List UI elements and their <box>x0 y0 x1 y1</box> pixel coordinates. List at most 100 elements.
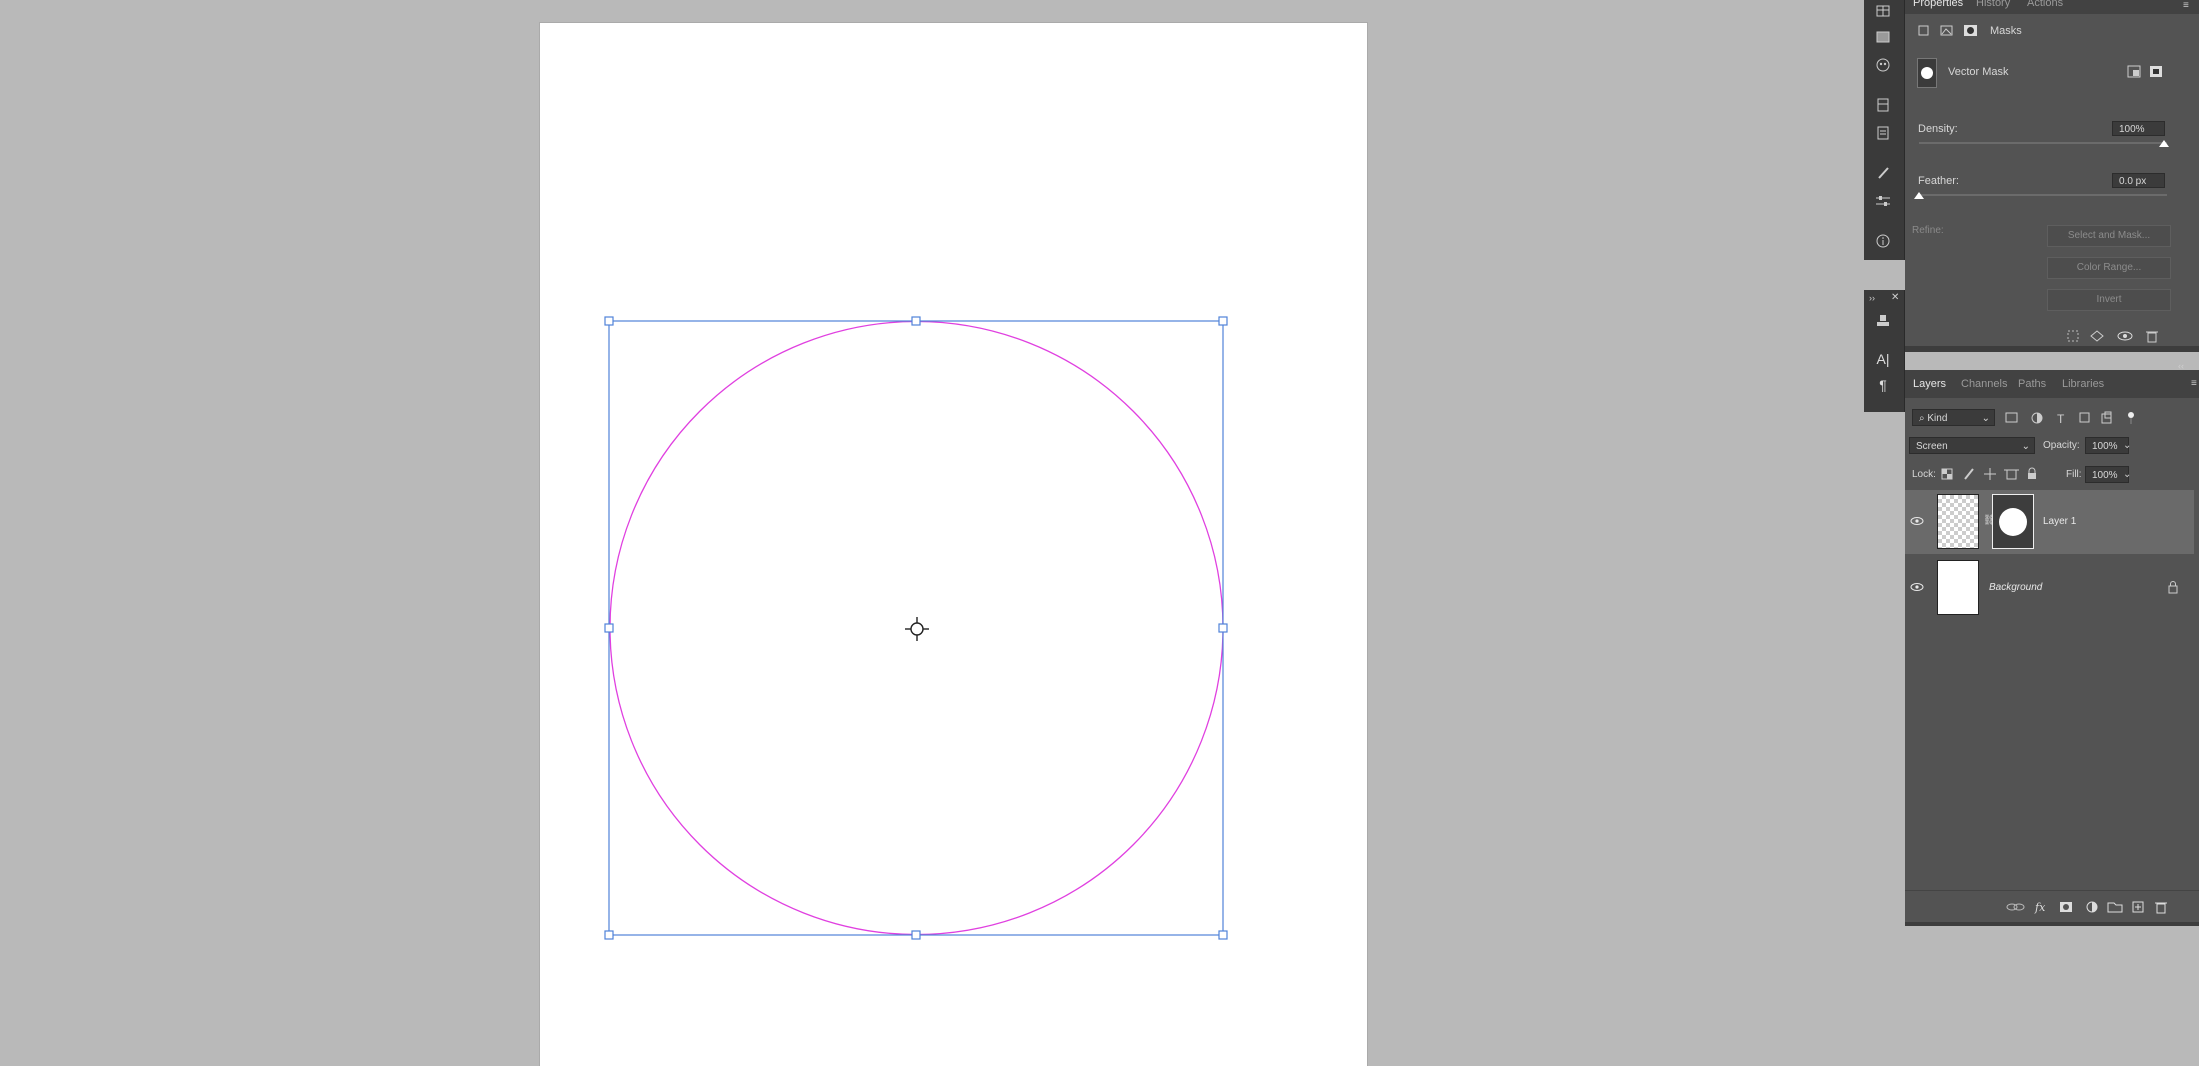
tab-properties[interactable]: Properties <box>1913 0 1963 9</box>
ellipse-path <box>609 320 1224 936</box>
filter-kind-dropdown[interactable]: ⌕ Kind ⌄ <box>1912 409 1995 426</box>
tab-libraries[interactable]: Libraries <box>2062 378 2104 390</box>
panel-dock-strip <box>1864 0 1905 260</box>
layer-thumbnail[interactable] <box>1937 560 1979 615</box>
pixel-layer-filter-icon <box>2005 412 2018 423</box>
new-layer-icon <box>2132 901 2144 913</box>
lock-icons <box>1941 467 2036 480</box>
filter-kind-value: Kind <box>1927 413 1948 424</box>
refine-label: Refine: <box>1912 225 1944 236</box>
handle-top-right <box>1218 316 1228 326</box>
eye-icon[interactable] <box>1910 582 1924 592</box>
masks-icon <box>1964 25 1977 36</box>
blend-mode-value: Screen <box>1916 441 1948 452</box>
delete-layer-icon <box>2155 902 2167 914</box>
layers-footer: fx <box>1905 890 2199 923</box>
lock-all-icon <box>2028 467 2036 479</box>
vector-mask-label: Vector Mask <box>1948 66 2009 78</box>
fill-chevron-icon[interactable]: ⌄ <box>2123 469 2131 481</box>
density-slider-thumb[interactable] <box>2158 139 2170 149</box>
feather-slider[interactable] <box>1919 194 2167 196</box>
lock-label: Lock: <box>1912 469 1936 480</box>
vector-mask-thumbnail[interactable] <box>1917 58 1937 88</box>
link-layers-icon <box>2006 903 2025 911</box>
add-pixel-mask-icon <box>2127 65 2141 78</box>
layer-row-layer-1[interactable]: ⛓ Layer 1 <box>1905 490 2194 554</box>
handle-top-middle <box>911 316 921 326</box>
secondary-dock-strip: ›› ✕ A| ¶ <box>1864 290 1905 412</box>
reference-point-icon <box>905 617 929 641</box>
layer-filter-icons: T <box>2005 411 2134 426</box>
pixel-mask-icon <box>1940 25 1953 36</box>
handle-top-left <box>604 316 614 326</box>
smart-object-filter-icon <box>2101 411 2112 424</box>
svg-text:T: T <box>2057 412 2065 426</box>
transform-icon <box>1918 25 1929 36</box>
properties-tabbar: Properties History Actions ≡ <box>1905 0 2199 14</box>
svg-text:fx: fx <box>2034 901 2046 914</box>
adjustments-icon[interactable] <box>1872 190 1894 212</box>
lock-icon[interactable] <box>2167 580 2179 594</box>
filter-toggle-icon <box>2128 412 2134 424</box>
properties-footer-icons <box>2067 330 2158 343</box>
adjustment-layer-filter-icon <box>2031 412 2043 424</box>
swatches-icon[interactable] <box>1872 54 1894 76</box>
visibility-icon <box>2117 331 2133 341</box>
add-mask-icon <box>2060 902 2072 912</box>
density-label: Density: <box>1918 123 1958 135</box>
opacity-chevron-icon[interactable]: ⌄ <box>2123 440 2131 452</box>
character-icon[interactable]: A| <box>1872 348 1894 370</box>
layer-name[interactable]: Layer 1 <box>2043 516 2076 527</box>
paragraph-icon[interactable]: ¶ <box>1872 374 1894 396</box>
expand-icon[interactable]: ›› <box>1869 292 1875 304</box>
handle-bottom-right <box>1218 930 1228 940</box>
tab-history[interactable]: History <box>1976 0 2010 9</box>
tab-paths[interactable]: Paths <box>2018 378 2046 390</box>
table-icon[interactable] <box>1872 0 1894 22</box>
vector-mask-layer-thumbnail[interactable] <box>1992 494 2034 549</box>
handle-middle-left <box>604 623 614 633</box>
transform-overlay[interactable] <box>0 0 1880 1066</box>
gradients-icon[interactable] <box>1872 26 1894 48</box>
select-and-mask-button[interactable]: Select and Mask... <box>2047 225 2171 247</box>
brush-icon[interactable] <box>1872 162 1894 184</box>
clone-source-icon[interactable] <box>1872 310 1894 332</box>
info-icon[interactable] <box>1872 230 1894 252</box>
libraries-icon[interactable] <box>1872 94 1894 116</box>
shape-layer-filter-icon <box>2079 412 2090 423</box>
close-icon[interactable]: ✕ <box>1891 292 1899 304</box>
apply-mask-icon <box>2090 330 2104 342</box>
delete-mask-icon <box>2146 331 2158 343</box>
panel-menu-icon[interactable]: ≡ <box>2183 0 2189 12</box>
layers-panel-menu-icon[interactable]: ≡ <box>2191 378 2197 390</box>
tab-actions[interactable]: Actions <box>2027 0 2063 9</box>
notes-icon[interactable] <box>1872 122 1894 144</box>
fx-icon: fx <box>2034 901 2046 914</box>
handle-bottom-middle <box>911 930 921 940</box>
fill-label: Fill: <box>2066 469 2082 480</box>
layer-name[interactable]: Background <box>1989 582 2042 593</box>
opacity-label: Opacity: <box>2043 440 2080 451</box>
mask-actions <box>2127 65 2162 78</box>
feather-field[interactable]: 0.0 px <box>2112 173 2165 188</box>
feather-slider-thumb[interactable] <box>1913 191 1925 201</box>
layers-tabbar: Layers Channels Paths Libraries ≡ <box>1905 370 2199 398</box>
lock-transparent-pixels-icon <box>1941 468 1953 480</box>
layer-row-background[interactable]: Background <box>1905 556 2194 620</box>
eye-icon[interactable] <box>1910 516 1924 526</box>
type-layer-filter-icon: T <box>2057 412 2065 426</box>
chevron-down-icon: ⌄ <box>2021 441 2030 452</box>
color-range-button[interactable]: Color Range... <box>2047 257 2171 279</box>
blend-mode-dropdown[interactable]: Screen ⌄ <box>1909 437 2035 454</box>
invert-button[interactable]: Invert <box>2047 289 2171 311</box>
density-field[interactable]: 100% <box>2112 121 2165 136</box>
tab-layers[interactable]: Layers <box>1913 378 1946 390</box>
density-slider[interactable] <box>1919 142 2167 144</box>
tab-channels[interactable]: Channels <box>1961 378 2007 390</box>
layer-thumbnail[interactable] <box>1937 494 1979 549</box>
panel-separator <box>1905 346 2199 352</box>
lock-image-pixels-icon <box>1964 468 1974 480</box>
masks-label: Masks <box>1990 25 2022 37</box>
add-vector-mask-icon <box>2150 66 2162 77</box>
handle-bottom-left <box>604 930 614 940</box>
